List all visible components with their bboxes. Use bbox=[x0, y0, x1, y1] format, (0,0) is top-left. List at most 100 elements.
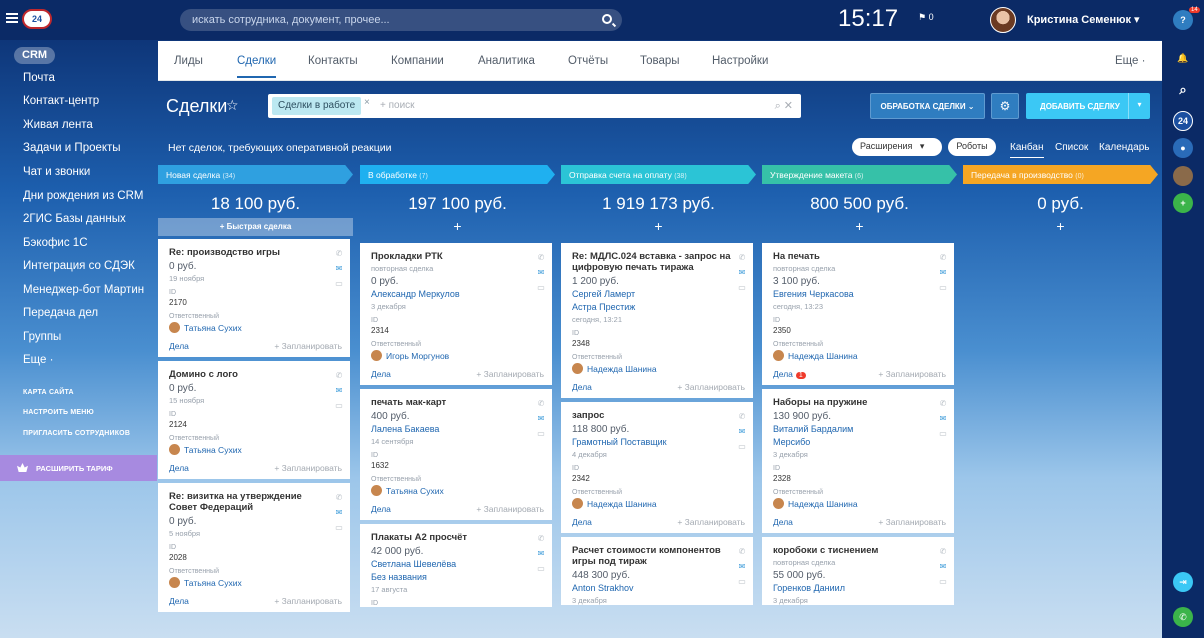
deal-title[interactable]: коробоки с тиснением bbox=[773, 545, 933, 556]
deals-link[interactable]: Дела bbox=[169, 596, 189, 606]
responsible-user[interactable]: Игорь Моргунов bbox=[371, 350, 544, 361]
chat-icon[interactable]: ▭ bbox=[938, 426, 948, 441]
sidebar-item-crm[interactable]: CRM bbox=[14, 47, 56, 64]
responsible-user[interactable]: Надежда Шанина bbox=[773, 350, 946, 361]
sidebar-item-contact-center[interactable]: Контакт-центр bbox=[23, 95, 99, 107]
responsible-user[interactable]: Татьяна Сухих bbox=[169, 577, 342, 588]
deal-card[interactable]: Расчет стоимости компонентов игры под ти… bbox=[561, 537, 753, 605]
deal-title[interactable]: Re: МДЛС.024 вставка - запрос на цифрову… bbox=[572, 251, 732, 273]
deals-link[interactable]: Дела bbox=[169, 341, 189, 351]
search-icon[interactable]: ⌕ bbox=[1173, 80, 1193, 100]
phone-icon[interactable]: ✆ bbox=[938, 544, 948, 559]
deals-link[interactable]: Дела bbox=[773, 517, 793, 527]
phone-icon[interactable]: ✆ bbox=[938, 250, 948, 265]
plan-link[interactable]: + Запланировать bbox=[274, 463, 342, 473]
phone-icon[interactable]: ✆ bbox=[536, 250, 546, 265]
deal-client[interactable]: Евгения Черкасова bbox=[773, 289, 946, 300]
deal-client[interactable]: Светлана Шевелёва bbox=[371, 559, 544, 570]
deal-card[interactable]: Плакаты А2 просчёт 42 000 руб. Светлана Ше… bbox=[360, 524, 552, 607]
mail-icon[interactable]: ✉ bbox=[536, 546, 546, 561]
phone-icon[interactable]: ✆ bbox=[536, 531, 546, 546]
chat-icon[interactable]: ▭ bbox=[737, 439, 747, 454]
sidebar-item-birthdays[interactable]: Дни рождения из CRM bbox=[23, 190, 144, 202]
bell-icon[interactable]: 🔔 bbox=[1173, 48, 1193, 68]
phone-icon[interactable]: ✆ bbox=[334, 490, 344, 505]
tab-reports[interactable]: Отчёты bbox=[568, 55, 608, 67]
deal-card[interactable]: Домино с лого 0 руб. 15 ноября ID 2124 Ответс… bbox=[158, 361, 350, 479]
quick-deal-button[interactable]: + Быстрая сделка bbox=[158, 218, 353, 236]
chat-icon[interactable]: ▭ bbox=[334, 520, 344, 535]
chat-icon[interactable]: ▭ bbox=[536, 426, 546, 441]
deal-client[interactable]: Мерсибо bbox=[773, 437, 946, 448]
phone-icon[interactable]: ✆ bbox=[536, 396, 546, 411]
deal-client[interactable]: Anton Strakhov bbox=[572, 583, 745, 594]
search-input[interactable]: искать сотрудника, документ, прочее... bbox=[180, 9, 622, 31]
view-list[interactable]: Список bbox=[1055, 142, 1088, 153]
exit-icon[interactable]: ⇥ bbox=[1173, 572, 1193, 592]
chat-icon[interactable]: ▭ bbox=[334, 398, 344, 413]
deals-link[interactable]: Дела bbox=[572, 517, 592, 527]
mail-icon[interactable]: ✉ bbox=[938, 559, 948, 574]
help-icon[interactable]: ? bbox=[1173, 10, 1193, 30]
plan-link[interactable]: + Запланировать bbox=[878, 517, 946, 527]
tab-companies[interactable]: Компании bbox=[391, 55, 444, 67]
sidebar-item-groups[interactable]: Группы bbox=[23, 331, 61, 343]
process-button[interactable]: ОБРАБОТКА СДЕЛКИ ⌄ bbox=[870, 93, 985, 119]
deal-card[interactable]: На печать повторная сделка 3 100 руб. Евген… bbox=[762, 243, 954, 385]
deal-title[interactable]: печать мак-карт bbox=[371, 397, 531, 408]
mail-icon[interactable]: ✉ bbox=[737, 265, 747, 280]
sitemap-link[interactable]: КАРТА САЙТА bbox=[23, 389, 74, 396]
sidebar-item-more[interactable]: Еще · bbox=[23, 354, 53, 366]
deal-card[interactable]: Re: визитка на утверждение Совет Федерац… bbox=[158, 483, 350, 612]
user-avatar[interactable] bbox=[990, 7, 1016, 33]
deal-title[interactable]: Плакаты А2 просчёт bbox=[371, 532, 531, 543]
tab-deals[interactable]: Сделки bbox=[237, 55, 277, 78]
star-icon[interactable]: ☆ bbox=[226, 97, 239, 114]
tab-contacts[interactable]: Контакты bbox=[308, 55, 358, 67]
mail-icon[interactable]: ✉ bbox=[334, 383, 344, 398]
flag-counter[interactable]: ⚑ 0 bbox=[918, 12, 934, 23]
user-menu[interactable]: Кристина Семенюк ▾ bbox=[1027, 13, 1140, 26]
tab-settings[interactable]: Настройки bbox=[712, 55, 768, 67]
sidebar-item-mail[interactable]: Почта bbox=[23, 72, 55, 84]
deal-client[interactable]: Александр Меркулов bbox=[371, 289, 544, 300]
mail-icon[interactable]: ✉ bbox=[334, 505, 344, 520]
responsible-user[interactable]: Надежда Шанина bbox=[773, 498, 946, 509]
deal-client[interactable]: Сергей Ламерт bbox=[572, 289, 745, 300]
deal-client[interactable]: Виталий Бардалим bbox=[773, 424, 946, 435]
extensions-button[interactable]: Расширения ▾ bbox=[852, 138, 942, 156]
deal-card[interactable]: Re: производство игры 0 руб. 19 ноября ID 21… bbox=[158, 239, 350, 357]
view-calendar[interactable]: Календарь bbox=[1099, 142, 1149, 153]
phone-icon[interactable]: ✆ bbox=[334, 246, 344, 261]
plan-link[interactable]: + Запланировать bbox=[878, 369, 946, 379]
deal-card[interactable]: Наборы на пружине 130 900 руб. Виталий Бар… bbox=[762, 389, 954, 533]
sidebar-item-handover[interactable]: Передача дел bbox=[23, 307, 98, 319]
mail-icon[interactable]: ✉ bbox=[737, 559, 747, 574]
sidebar-item-1c[interactable]: Бэкофис 1С bbox=[23, 237, 88, 249]
logo[interactable]: 24 bbox=[22, 9, 52, 29]
deal-title[interactable]: Re: визитка на утверждение Совет Федерац… bbox=[169, 491, 329, 513]
add-user-icon[interactable]: + bbox=[1173, 193, 1193, 213]
chat-icon[interactable]: ▭ bbox=[737, 574, 747, 589]
sidebar-item-feed[interactable]: Живая лента bbox=[23, 119, 93, 131]
column-header[interactable]: Передача в производство (0) bbox=[963, 165, 1158, 184]
menu-icon[interactable] bbox=[6, 13, 18, 23]
tab-products[interactable]: Товары bbox=[640, 55, 680, 67]
deal-title[interactable]: Прокладки РТК bbox=[371, 251, 531, 262]
deal-title[interactable]: Расчет стоимости компонентов игры под ти… bbox=[572, 545, 732, 567]
column-header[interactable]: Новая сделка (34) bbox=[158, 165, 353, 184]
phone-icon[interactable]: ✆ bbox=[938, 396, 948, 411]
sidebar-item-tasks[interactable]: Задачи и Проекты bbox=[23, 142, 121, 154]
invite-link[interactable]: ПРИГЛАСИТЬ СОТРУДНИКОВ bbox=[23, 430, 130, 437]
column-header[interactable]: Утверждение макета (6) bbox=[762, 165, 957, 184]
plan-link[interactable]: + Запланировать bbox=[476, 369, 544, 379]
tab-more[interactable]: Еще · bbox=[1115, 55, 1145, 67]
phone-icon[interactable]: ✆ bbox=[1173, 607, 1193, 627]
deals-link[interactable]: Дела bbox=[371, 369, 391, 379]
filter-actions[interactable]: ⌕ ✕ bbox=[775, 99, 793, 113]
counter-icon[interactable]: 24 bbox=[1173, 111, 1193, 131]
plan-link[interactable]: + Запланировать bbox=[677, 517, 745, 527]
phone-icon[interactable]: ✆ bbox=[737, 250, 747, 265]
chevron-down-icon[interactable]: ▾ bbox=[1128, 93, 1150, 119]
deal-client[interactable]: Грамотный Поставщик bbox=[572, 437, 745, 448]
